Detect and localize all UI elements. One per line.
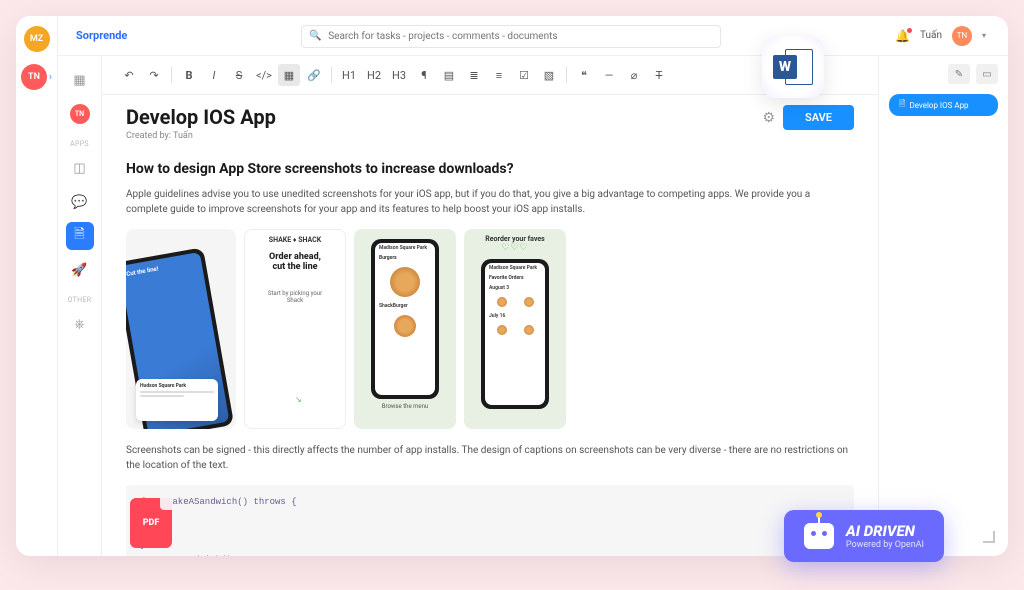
code-inline-button[interactable]: </> xyxy=(253,64,275,86)
search-input[interactable] xyxy=(301,25,721,48)
screenshot-row: Cut the line! Hudson Square Park SHAKE ♦… xyxy=(126,229,854,429)
word-app-icon: W xyxy=(762,36,824,98)
paragraph-1: Apple guidelines advise you to use unedi… xyxy=(126,187,854,217)
pdf-badge-icon: PDF xyxy=(130,498,178,552)
paragraph-button[interactable]: ¶ xyxy=(413,64,435,86)
h3-button[interactable]: H3 xyxy=(388,64,410,86)
redo-button[interactable]: ↷ xyxy=(143,64,165,86)
document-body[interactable]: How to design App Store screenshots to i… xyxy=(102,147,878,556)
ai-subtitle: Powered by OpenAI xyxy=(846,540,924,550)
robot-icon xyxy=(804,523,834,549)
document-pane: ↶ ↷ B I S </> ▦ 🔗 H1 H2 H3 ¶ xyxy=(102,56,878,556)
nav-group-other: OTHER xyxy=(68,296,92,304)
nav-location-icon[interactable]: ⎈ xyxy=(66,310,94,338)
quote-button[interactable]: ❝ xyxy=(573,64,595,86)
document-title[interactable]: Develop IOS App xyxy=(126,105,276,129)
save-button[interactable]: SAVE xyxy=(783,105,854,130)
nav-rocket-icon[interactable]: 🚀 xyxy=(66,256,94,284)
main-area: Sorprende 🔍 🔔 Tuấn TN ▾ ▦ TN APPS ◫ 💬 🗎 … xyxy=(58,16,1008,556)
nav-avatar-icon[interactable]: TN xyxy=(66,100,94,128)
code-block[interactable]: func makeASandwich() throws { } andwich(… xyxy=(126,485,854,556)
nav-books-icon[interactable]: ▦ xyxy=(66,66,94,94)
h2-button[interactable]: H2 xyxy=(363,64,385,86)
code-block-button[interactable]: ▧ xyxy=(538,64,560,86)
heading: How to design App Store screenshots to i… xyxy=(126,161,854,177)
search-wrap: 🔍 xyxy=(301,24,721,48)
panel-icon[interactable]: ▭ xyxy=(976,64,998,84)
screenshot-1: Cut the line! Hudson Square Park xyxy=(126,229,236,429)
nav-group-apps: APPS xyxy=(70,140,89,148)
nav-dashboard-icon[interactable]: ◫ xyxy=(66,154,94,182)
hr-button[interactable]: — xyxy=(598,64,620,86)
screenshot-3: Madison Square Park Burgers ShackBurger … xyxy=(354,229,456,429)
link-button[interactable]: 🔗 xyxy=(303,64,325,86)
resize-handle-icon[interactable] xyxy=(983,531,995,543)
right-rail: ✎ ▭ 🗎 Develop IOS App xyxy=(878,56,1008,556)
image-button[interactable]: ▦ xyxy=(278,64,300,86)
workspace-rail: MZ TN › xyxy=(16,16,58,556)
user-avatar[interactable]: TN xyxy=(952,26,972,46)
top-bar: Sorprende 🔍 🔔 Tuấn TN ▾ xyxy=(58,16,1008,56)
arrow-down-icon: ↘ xyxy=(295,395,302,404)
workspace-avatar-1[interactable]: MZ xyxy=(24,26,50,52)
user-name: Tuấn xyxy=(920,30,942,41)
ordered-list-button[interactable]: ≡ xyxy=(488,64,510,86)
bullet-list-button[interactable]: ≣ xyxy=(463,64,485,86)
heart-icon: ♡♡♡ xyxy=(501,243,528,253)
bold-button[interactable]: B xyxy=(178,64,200,86)
undo-button[interactable]: ↶ xyxy=(118,64,140,86)
paragraph-2: Screenshots can be signed - this directl… xyxy=(126,443,854,473)
file-icon: 🗎 xyxy=(899,98,905,112)
workspace-avatar-2[interactable]: TN xyxy=(21,64,47,90)
clear-button[interactable]: T xyxy=(648,64,670,86)
gear-icon[interactable]: ⚙ xyxy=(762,110,775,126)
chevron-down-icon[interactable]: ▾ xyxy=(982,31,986,40)
screenshot-2: SHAKE ♦ SHACK Order ahead, cut the line … xyxy=(244,229,346,429)
left-nav: ▦ TN APPS ◫ 💬 🗎 🚀 OTHER ⎈ xyxy=(58,56,102,556)
checklist-button[interactable]: ☑ xyxy=(513,64,535,86)
notification-bell-icon[interactable]: 🔔 xyxy=(895,29,910,43)
clear-format-button[interactable]: ⌀ xyxy=(623,64,645,86)
strike-button[interactable]: S xyxy=(228,64,250,86)
screenshot-4: Reorder your faves ♡♡♡ Madison Square Pa… xyxy=(464,229,566,429)
chevron-right-icon[interactable]: › xyxy=(49,72,52,83)
edit-icon[interactable]: ✎ xyxy=(948,64,970,84)
outline-chip[interactable]: 🗎 Develop IOS App xyxy=(889,94,998,116)
ai-driven-card[interactable]: AI DRIVEN Powered by OpenAI xyxy=(784,510,944,562)
nav-chat-icon[interactable]: 💬 xyxy=(66,188,94,216)
search-icon: 🔍 xyxy=(309,30,321,41)
document-created-by: Created by: Tuấn xyxy=(126,131,276,141)
h1-button[interactable]: H1 xyxy=(338,64,360,86)
table-button[interactable]: ▤ xyxy=(438,64,460,86)
brand-logo: Sorprende xyxy=(76,29,127,42)
italic-button[interactable]: I xyxy=(203,64,225,86)
ai-title: AI DRIVEN xyxy=(846,522,924,540)
nav-docs-icon[interactable]: 🗎 xyxy=(66,222,94,250)
